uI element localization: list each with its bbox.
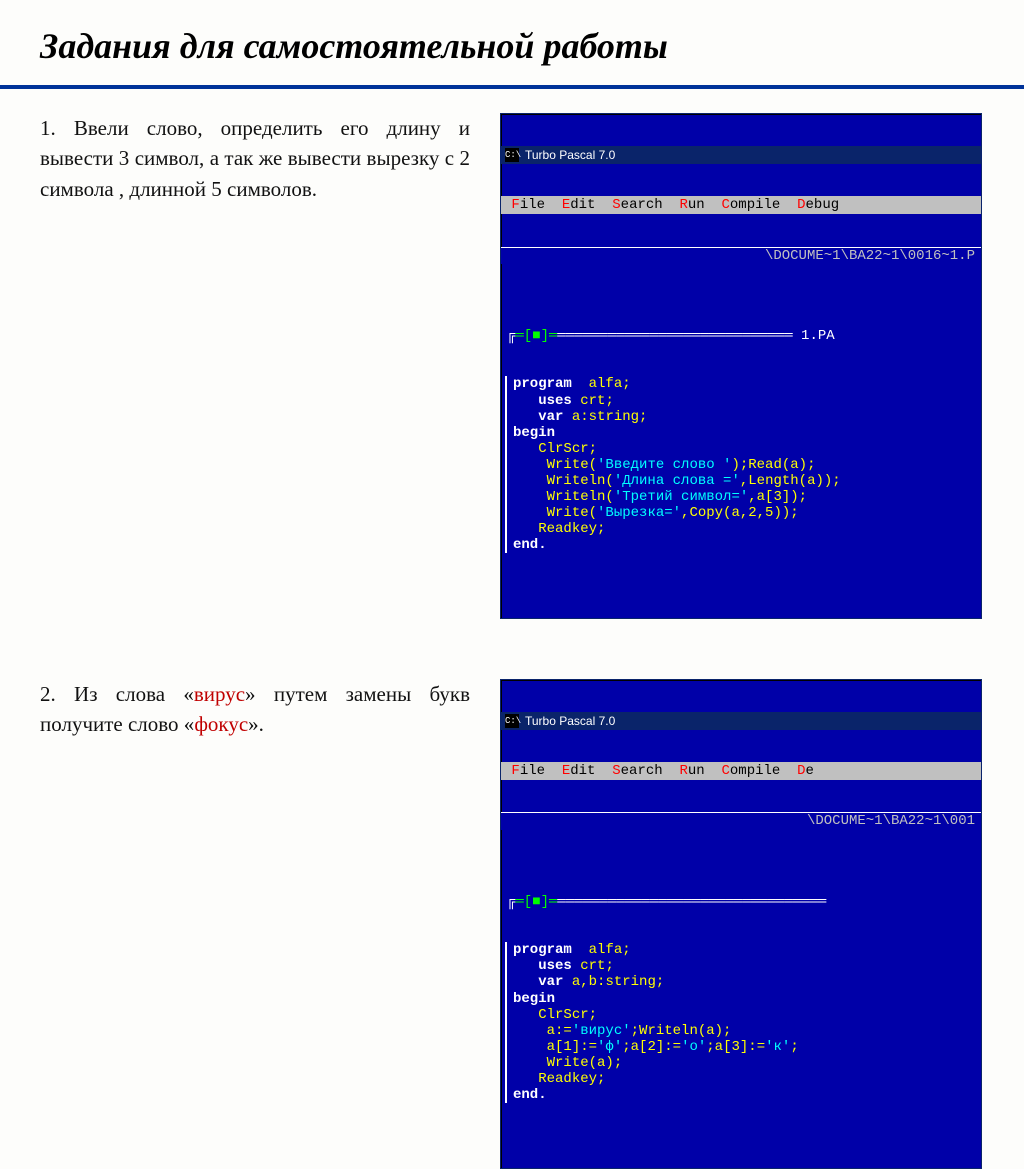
tp-icon: C:\ bbox=[505, 148, 519, 162]
tp-frame-top: ╔═[■]═════════════════════════════════ bbox=[505, 894, 977, 910]
tp-title: Turbo Pascal 7.0 bbox=[525, 148, 615, 162]
tp-menubar[interactable]: File Edit Search Run Compile De bbox=[501, 762, 981, 780]
task2-post: ». bbox=[248, 712, 264, 736]
tp-code-area[interactable]: program alfa; uses crt; var a:string;beg… bbox=[505, 376, 977, 553]
tp-titlebar: C:\ Turbo Pascal 7.0 bbox=[501, 146, 981, 164]
task2-num: 2. bbox=[40, 682, 56, 706]
tp-menubar[interactable]: File Edit Search Run Compile Debug bbox=[501, 196, 981, 214]
tp-path: \DOCUME~1\BA22~1\001 bbox=[501, 812, 981, 829]
tp-title: Turbo Pascal 7.0 bbox=[525, 714, 615, 728]
task1-num: 1. bbox=[40, 116, 56, 140]
slide-title: Задания для самостоятельной работы bbox=[40, 25, 984, 67]
task-row-2: 2. Из слова «вирус» путем замены букв по… bbox=[40, 679, 984, 1169]
task1-text: 1. Ввели слово, определить его длину и в… bbox=[40, 113, 470, 204]
tp-titlebar: C:\ Turbo Pascal 7.0 bbox=[501, 712, 981, 730]
task-row-1: 1. Ввели слово, определить его длину и в… bbox=[40, 113, 984, 619]
turbo-pascal-window-1: C:\ Turbo Pascal 7.0 File Edit Search Ru… bbox=[500, 113, 982, 619]
task2-text: 2. Из слова «вирус» путем замены букв по… bbox=[40, 679, 470, 740]
tp-frame-top: ╔═[■]═════════════════════════════ 1.PA bbox=[505, 328, 977, 344]
slide: Задания для самостоятельной работы 1. Вв… bbox=[0, 0, 1024, 767]
task2-w2: фокус bbox=[194, 712, 248, 736]
task2-w1: вирус bbox=[194, 682, 245, 706]
turbo-pascal-window-2: C:\ Turbo Pascal 7.0 File Edit Search Ru… bbox=[500, 679, 982, 1169]
task1-body: Ввели слово, определить его длину и выве… bbox=[40, 116, 470, 201]
tp-icon: C:\ bbox=[505, 714, 519, 728]
title-underline bbox=[0, 85, 1024, 89]
tp-path: \DOCUME~1\BA22~1\0016~1.P bbox=[501, 247, 981, 264]
task2-pre: Из слова « bbox=[74, 682, 194, 706]
tp-code-area[interactable]: program alfa; uses crt; var a,b:string;b… bbox=[505, 942, 977, 1103]
